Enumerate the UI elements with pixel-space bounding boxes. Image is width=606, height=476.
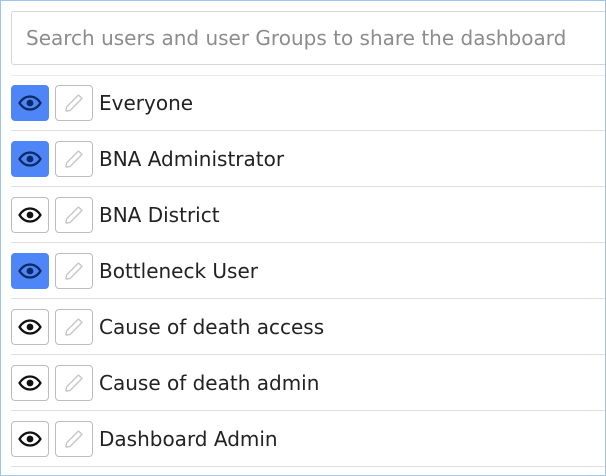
view-toggle-button[interactable]	[11, 196, 49, 233]
eye-icon	[18, 150, 42, 167]
group-name: Cause of death access	[99, 314, 325, 339]
edit-toggle-button[interactable]	[55, 196, 93, 233]
group-name: Bottleneck User	[99, 258, 259, 283]
group-name: BNA Administrator	[99, 146, 285, 171]
eye-icon	[18, 318, 42, 335]
pencil-icon	[65, 373, 83, 392]
eye-icon	[18, 206, 42, 223]
group-name: Dashboard Admin	[99, 426, 278, 451]
edit-toggle-button[interactable]	[55, 364, 93, 401]
eye-icon	[18, 430, 42, 447]
pencil-icon	[65, 429, 83, 448]
edit-toggle-button[interactable]	[55, 308, 93, 345]
view-toggle-button[interactable]	[11, 364, 49, 401]
eye-icon	[18, 95, 42, 111]
group-name: BNA District	[99, 202, 220, 227]
eye-icon	[18, 374, 42, 391]
edit-toggle-button[interactable]	[55, 85, 93, 121]
pencil-icon	[65, 261, 83, 280]
search-input[interactable]	[11, 11, 605, 65]
view-toggle-button[interactable]	[11, 420, 49, 457]
pencil-icon	[65, 205, 83, 224]
view-toggle-button[interactable]	[11, 85, 49, 121]
user-group-list: Everyone BNA Administrator BNA District	[11, 75, 605, 467]
list-item: Bottleneck User	[11, 243, 605, 299]
edit-toggle-button[interactable]	[55, 252, 93, 289]
list-item: Cause of death admin	[11, 355, 605, 411]
pencil-icon	[65, 317, 83, 336]
list-item: Dashboard Admin	[11, 411, 605, 467]
edit-toggle-button[interactable]	[55, 140, 93, 177]
share-dashboard-panel: Everyone BNA Administrator BNA District	[0, 0, 606, 476]
edit-toggle-button[interactable]	[55, 420, 93, 457]
view-toggle-button[interactable]	[11, 252, 49, 289]
view-toggle-button[interactable]	[11, 308, 49, 345]
eye-icon	[18, 262, 42, 279]
pencil-icon	[65, 94, 83, 112]
list-item: Everyone	[11, 75, 605, 131]
group-name: Everyone	[99, 91, 194, 115]
group-name: Cause of death admin	[99, 370, 320, 395]
pencil-icon	[65, 149, 83, 168]
view-toggle-button[interactable]	[11, 140, 49, 177]
list-item: BNA Administrator	[11, 131, 605, 187]
list-item: Cause of death access	[11, 299, 605, 355]
list-item: BNA District	[11, 187, 605, 243]
